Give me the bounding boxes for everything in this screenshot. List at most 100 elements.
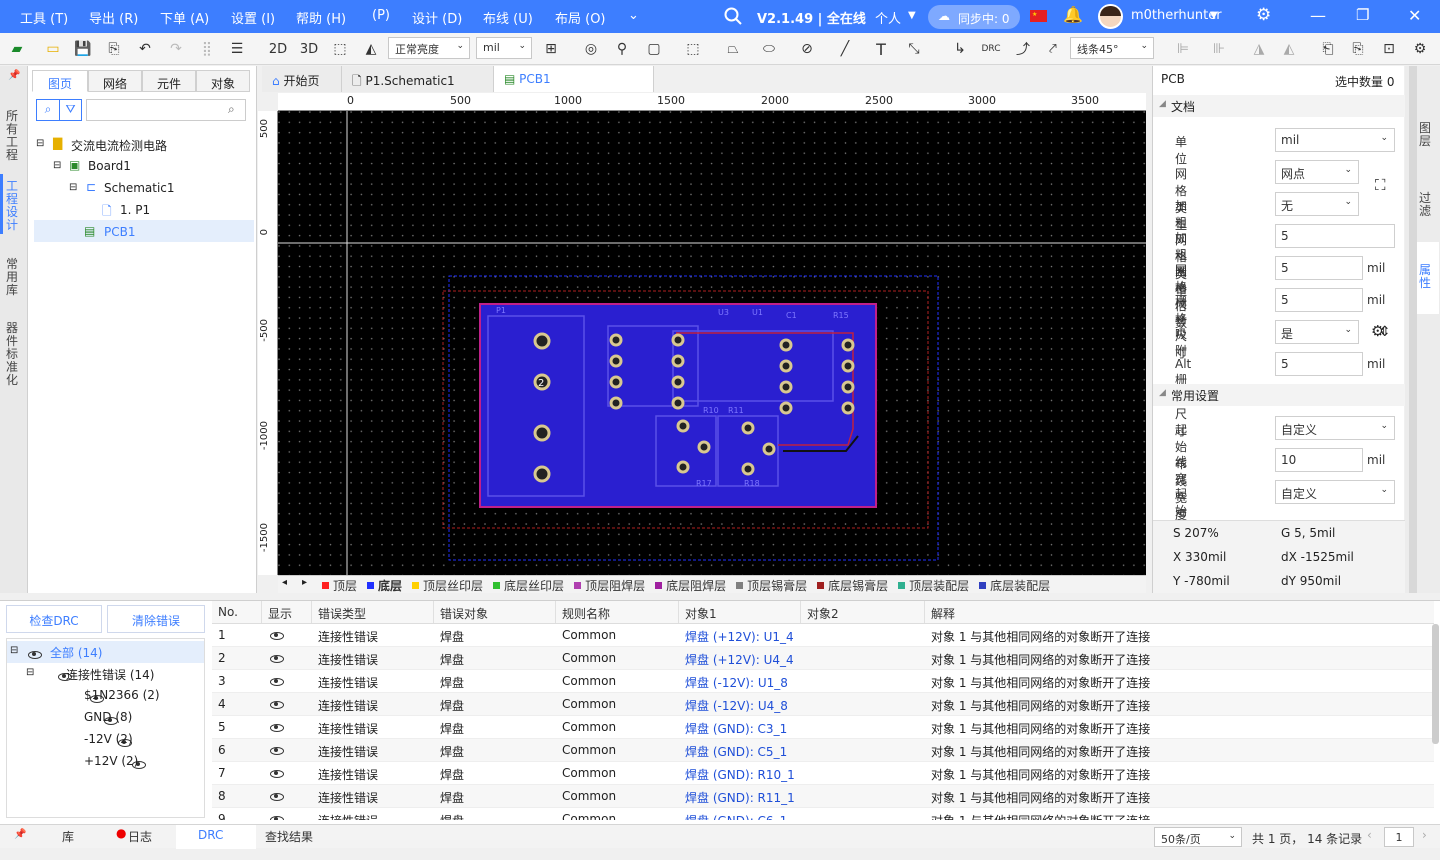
menu-route[interactable]: 布线 (U)	[483, 8, 533, 27]
section-common[interactable]: ◢ 常用设置	[1153, 384, 1405, 406]
pcb-canvas[interactable]: 2 P1 R10 R11 R17 R18 U1 U3 C1 R15	[278, 111, 1146, 575]
route-icon[interactable]: ↳	[949, 38, 971, 60]
rail-common-lib[interactable]: 常用库	[6, 258, 22, 297]
grid-toggle-icon[interactable]: ⛶	[1375, 176, 1386, 194]
mode-selector[interactable]: 个人	[875, 8, 901, 27]
prev-page-icon[interactable]: ‹	[1367, 828, 1372, 842]
layer-item[interactable]: 顶层	[322, 577, 357, 593]
page-input[interactable]: 1	[1384, 827, 1414, 847]
table-row[interactable]: 6 连接性错误 焊盘 Common 焊盘 (GND): C5_1 对象 1 与其他相同网络…	[212, 739, 1434, 762]
bell-icon[interactable]: 🔔	[1063, 5, 1083, 24]
table-row[interactable]: 8 连接性错误 焊盘 Common 焊盘 (GND): R11_1 对象 1 与其他相同网…	[212, 785, 1434, 808]
menu-tools[interactable]: 工具 (T)	[20, 8, 68, 27]
redo-icon[interactable]: ↷	[165, 38, 187, 60]
table-row[interactable]: 1 连接性错误 焊盘 Common 焊盘 (+12V): U1_4 对象 1 与其他相同网…	[212, 624, 1434, 647]
collapse-icon[interactable]: ⊟	[69, 182, 77, 193]
next-page-icon[interactable]: ›	[1422, 828, 1427, 842]
eye-icon[interactable]	[270, 632, 284, 640]
tree-item-schematic[interactable]: Schematic1	[104, 181, 175, 195]
rail-properties[interactable]: 属性	[1419, 264, 1435, 290]
align-left-icon[interactable]: ⊫	[1172, 38, 1194, 60]
cell-o1[interactable]: 焊盘 (GND): C6_1	[685, 812, 787, 820]
pad-icon[interactable]: ◎	[580, 38, 602, 60]
new-icon[interactable]: ▰	[6, 38, 28, 60]
col-object1[interactable]: 对象1	[679, 601, 801, 623]
cell-o1[interactable]: 焊盘 (GND): R11_1	[685, 789, 795, 806]
close-icon[interactable]: ✕	[1408, 6, 1421, 25]
eye-icon[interactable]	[270, 816, 284, 820]
cell-o1[interactable]: 焊盘 (GND): C5_1	[685, 743, 787, 760]
layer-prev-icon[interactable]: ◂	[282, 577, 287, 588]
flag-icon[interactable]: ★	[1030, 10, 1047, 22]
search-input-icon[interactable]: ⌕	[228, 102, 235, 117]
mode-caret-icon[interactable]: ▼	[908, 10, 916, 21]
table-row[interactable]: 5 连接性错误 焊盘 Common 焊盘 (GND): C3_1 对象 1 与其他相同网络…	[212, 716, 1434, 739]
rail-project-design[interactable]: 工程设计	[6, 180, 22, 232]
distribute-icon[interactable]: ⊪	[1208, 38, 1230, 60]
polygon-icon[interactable]: ⏢	[722, 38, 744, 60]
pin-icon[interactable]: 📌	[8, 70, 20, 81]
filter-icon[interactable]: ⛛	[59, 100, 81, 120]
search-icon[interactable]	[724, 7, 742, 25]
tab-start-page[interactable]: ⌂ 开始页	[262, 66, 342, 92]
gear-icon[interactable]: ⚙	[1256, 5, 1271, 25]
tab-drc[interactable]: DRC	[198, 828, 223, 842]
tab-find-results[interactable]: 查找结果	[265, 828, 313, 845]
menu-more-chevron-icon[interactable]: ⌄	[628, 8, 639, 23]
rail-component-std[interactable]: 器件标准化	[6, 322, 22, 387]
text-icon[interactable]: T	[870, 38, 892, 60]
avatar[interactable]	[1098, 4, 1123, 29]
menu-place[interactable]: (P)	[372, 8, 390, 23]
minimize-icon[interactable]: —	[1310, 6, 1326, 25]
tab-pages[interactable]: 图页	[32, 70, 88, 92]
col-error-object[interactable]: 错误对象	[434, 601, 556, 623]
col-show[interactable]: 显示	[262, 601, 312, 623]
col-explain[interactable]: 解释	[925, 601, 1434, 623]
layer-next-icon[interactable]: ▸	[302, 577, 307, 588]
property-input[interactable]: 5	[1275, 224, 1395, 248]
eye-icon[interactable]	[270, 724, 284, 732]
layer-item[interactable]: 顶层装配层	[898, 577, 969, 593]
property-select[interactable]: 自定义 ⌄	[1275, 416, 1395, 440]
eye-icon[interactable]	[270, 655, 284, 663]
tree-item-board[interactable]: Board1	[88, 159, 131, 173]
property-input[interactable]: 5	[1275, 352, 1363, 376]
flip-h-icon[interactable]: ◮	[1248, 38, 1270, 60]
property-select[interactable]: 网点 ⌄	[1275, 160, 1359, 184]
cell-o1[interactable]: 焊盘 (GND): R10_1	[685, 766, 795, 783]
tab-pcb[interactable]: ▤ PCB1	[494, 66, 654, 92]
drc-button[interactable]: DRC	[978, 38, 1004, 60]
grid-icon[interactable]: ⊞	[540, 38, 562, 60]
table-scrollbar[interactable]	[1432, 624, 1439, 744]
tree-item-project[interactable]: 交流电流检测电路	[71, 137, 167, 154]
import-icon[interactable]: ⎗	[1317, 38, 1339, 60]
diff-pair-icon[interactable]: ⤤	[1042, 38, 1064, 60]
layer-item[interactable]: 底层装配层	[979, 577, 1050, 593]
col-object2[interactable]: 对象2	[801, 601, 925, 623]
property-select[interactable]: 无 ⌄	[1275, 192, 1359, 216]
eye-icon[interactable]	[270, 701, 284, 709]
tree-item-pcb[interactable]: PCB1	[104, 225, 135, 239]
restore-icon[interactable]: ❐	[1356, 6, 1369, 24]
cell-o1[interactable]: 焊盘 (GND): C3_1	[685, 720, 787, 737]
col-rule[interactable]: 规则名称	[556, 601, 679, 623]
cell-o1[interactable]: 焊盘 (-12V): U4_8	[685, 697, 788, 714]
sync-badge[interactable]: ☁ 同步中: 0	[928, 5, 1020, 29]
layer-item[interactable]: 顶层阻焊层	[574, 577, 645, 593]
ellipse-icon[interactable]: ⬭	[758, 38, 780, 60]
col-error-type[interactable]: 错误类型	[312, 601, 434, 623]
menu-help[interactable]: 帮助 (H)	[296, 8, 346, 27]
photo-icon[interactable]: ⊡	[1378, 38, 1400, 60]
username[interactable]: m0therhunter	[1131, 8, 1222, 23]
menu-layout[interactable]: 布局 (O)	[555, 8, 606, 27]
property-select[interactable]: mil ⌄	[1275, 128, 1395, 152]
layer-item[interactable]: 顶层丝印层	[412, 577, 483, 593]
tab-library[interactable]: 库	[62, 828, 74, 845]
eye-icon[interactable]	[270, 793, 284, 801]
track-icon[interactable]: ⤴	[1012, 38, 1034, 60]
line-icon[interactable]: ╱	[834, 38, 856, 60]
eye-icon[interactable]	[270, 747, 284, 755]
eye-icon[interactable]	[270, 678, 284, 686]
layer-item[interactable]: 底层阻焊层	[655, 577, 726, 593]
list-icon[interactable]: ☰	[226, 38, 248, 60]
